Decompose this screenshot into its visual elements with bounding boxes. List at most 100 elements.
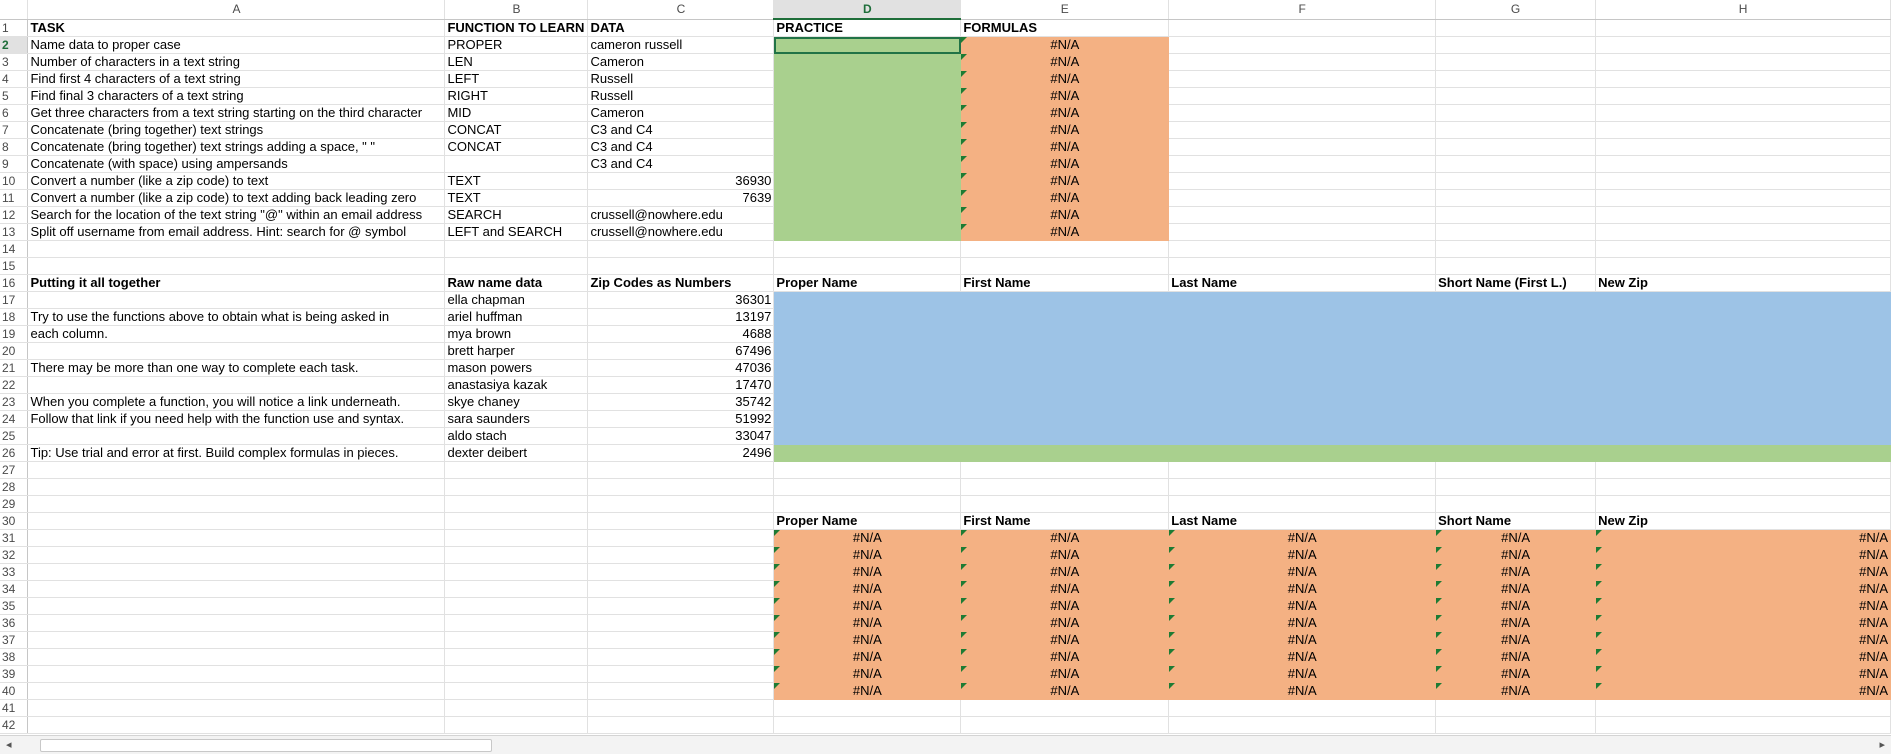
cell-c32[interactable] — [587, 546, 775, 564]
cell-c18[interactable]: 13197 — [587, 308, 775, 326]
cell-d36[interactable]: #N/A — [773, 614, 962, 632]
cell-b9[interactable] — [444, 155, 589, 173]
column-header-a[interactable]: A — [27, 0, 446, 20]
cell-c19[interactable]: 4688 — [587, 325, 775, 343]
cell-g30[interactable]: Short Name — [1435, 512, 1597, 530]
cell-a5[interactable]: Find final 3 characters of a text string — [27, 87, 446, 105]
cell-d6[interactable] — [773, 104, 962, 122]
cell-c20[interactable]: 67496 — [587, 342, 775, 360]
cell-d37[interactable]: #N/A — [773, 631, 962, 649]
row-header[interactable]: 33 — [0, 563, 29, 581]
cell-f39[interactable]: #N/A — [1168, 665, 1437, 683]
cell-e2[interactable]: #N/A — [960, 36, 1170, 54]
cell-f5[interactable] — [1168, 87, 1437, 105]
cell-e29[interactable] — [960, 495, 1170, 513]
cell-c17[interactable]: 36301 — [587, 291, 775, 309]
cell-a37[interactable] — [27, 631, 446, 649]
cell-d28[interactable] — [773, 478, 962, 496]
cell-c7[interactable]: C3 and C4 — [587, 121, 775, 139]
cell-b35[interactable] — [444, 597, 589, 615]
cell-h36[interactable]: #N/A — [1595, 614, 1891, 632]
cell-b40[interactable] — [444, 682, 589, 700]
cell-b13[interactable]: LEFT and SEARCH — [444, 223, 589, 241]
cell-a16[interactable]: Putting it all together — [27, 274, 446, 292]
cell-g28[interactable] — [1435, 478, 1597, 496]
cell-h24[interactable] — [1595, 410, 1891, 428]
cell-d20[interactable] — [773, 342, 962, 360]
row-header[interactable]: 19 — [0, 325, 29, 343]
cell-g26[interactable] — [1435, 444, 1597, 462]
cell-h33[interactable]: #N/A — [1595, 563, 1891, 581]
cell-h9[interactable] — [1595, 155, 1891, 173]
cell-c15[interactable] — [587, 257, 775, 275]
cell-c37[interactable] — [587, 631, 775, 649]
cell-c12[interactable]: crussell@nowhere.edu — [587, 206, 775, 224]
cell-b5[interactable]: RIGHT — [444, 87, 589, 105]
cell-g42[interactable] — [1435, 716, 1597, 734]
cell-e41[interactable] — [960, 699, 1170, 717]
row-header[interactable]: 15 — [0, 257, 29, 275]
cell-e5[interactable]: #N/A — [960, 87, 1170, 105]
row-header[interactable]: 9 — [0, 155, 29, 173]
cell-g38[interactable]: #N/A — [1435, 648, 1597, 666]
cell-b6[interactable]: MID — [444, 104, 589, 122]
cell-b7[interactable]: CONCAT — [444, 121, 589, 139]
column-header-g[interactable]: G — [1435, 0, 1597, 20]
cell-d5[interactable] — [773, 87, 962, 105]
cell-f26[interactable] — [1168, 444, 1437, 462]
cell-f24[interactable] — [1168, 410, 1437, 428]
cell-b22[interactable]: anastasiya kazak — [444, 376, 589, 394]
horizontal-scrollbar[interactable]: ◂ ▸ — [0, 735, 1891, 754]
cell-g7[interactable] — [1435, 121, 1597, 139]
cell-a34[interactable] — [27, 580, 446, 598]
cell-b26[interactable]: dexter deibert — [444, 444, 589, 462]
cell-a38[interactable] — [27, 648, 446, 666]
cell-c14[interactable] — [587, 240, 775, 258]
cell-h3[interactable] — [1595, 53, 1891, 71]
cell-b10[interactable]: TEXT — [444, 172, 589, 190]
cell-a3[interactable]: Number of characters in a text string — [27, 53, 446, 71]
cell-f38[interactable]: #N/A — [1168, 648, 1437, 666]
cell-h16[interactable]: New Zip — [1595, 274, 1891, 292]
cell-b34[interactable] — [444, 580, 589, 598]
column-header-f[interactable]: F — [1168, 0, 1437, 20]
cell-d12[interactable] — [773, 206, 962, 224]
row-header[interactable]: 34 — [0, 580, 29, 598]
cell-d33[interactable]: #N/A — [773, 563, 962, 581]
cell-h41[interactable] — [1595, 699, 1891, 717]
cell-c1[interactable]: DATA — [587, 19, 775, 37]
cell-b21[interactable]: mason powers — [444, 359, 589, 377]
cell-c38[interactable] — [587, 648, 775, 666]
cell-h39[interactable]: #N/A — [1595, 665, 1891, 683]
cell-c8[interactable]: C3 and C4 — [587, 138, 775, 156]
cell-c29[interactable] — [587, 495, 775, 513]
cell-c24[interactable]: 51992 — [587, 410, 775, 428]
cell-f18[interactable] — [1168, 308, 1437, 326]
cell-a25[interactable] — [27, 427, 446, 445]
cell-a13[interactable]: Split off username from email address. H… — [27, 223, 446, 241]
cell-h1[interactable] — [1595, 19, 1891, 37]
cell-e17[interactable] — [960, 291, 1170, 309]
cell-h38[interactable]: #N/A — [1595, 648, 1891, 666]
cell-e22[interactable] — [960, 376, 1170, 394]
cell-g1[interactable] — [1435, 19, 1597, 37]
cell-e14[interactable] — [960, 240, 1170, 258]
cell-g17[interactable] — [1435, 291, 1597, 309]
cell-h13[interactable] — [1595, 223, 1891, 241]
cell-g13[interactable] — [1435, 223, 1597, 241]
row-header[interactable]: 12 — [0, 206, 29, 224]
row-header[interactable]: 4 — [0, 70, 29, 88]
cell-h21[interactable] — [1595, 359, 1891, 377]
cell-h40[interactable]: #N/A — [1595, 682, 1891, 700]
cell-b33[interactable] — [444, 563, 589, 581]
cell-c5[interactable]: Russell — [587, 87, 775, 105]
row-header[interactable]: 23 — [0, 393, 29, 411]
cell-c2[interactable]: cameron russell — [587, 36, 775, 54]
cell-e10[interactable]: #N/A — [960, 172, 1170, 190]
cell-a22[interactable] — [27, 376, 446, 394]
cell-e40[interactable]: #N/A — [960, 682, 1170, 700]
cell-h11[interactable] — [1595, 189, 1891, 207]
cell-c26[interactable]: 2496 — [587, 444, 775, 462]
cell-f35[interactable]: #N/A — [1168, 597, 1437, 615]
cell-d31[interactable]: #N/A — [773, 529, 962, 547]
